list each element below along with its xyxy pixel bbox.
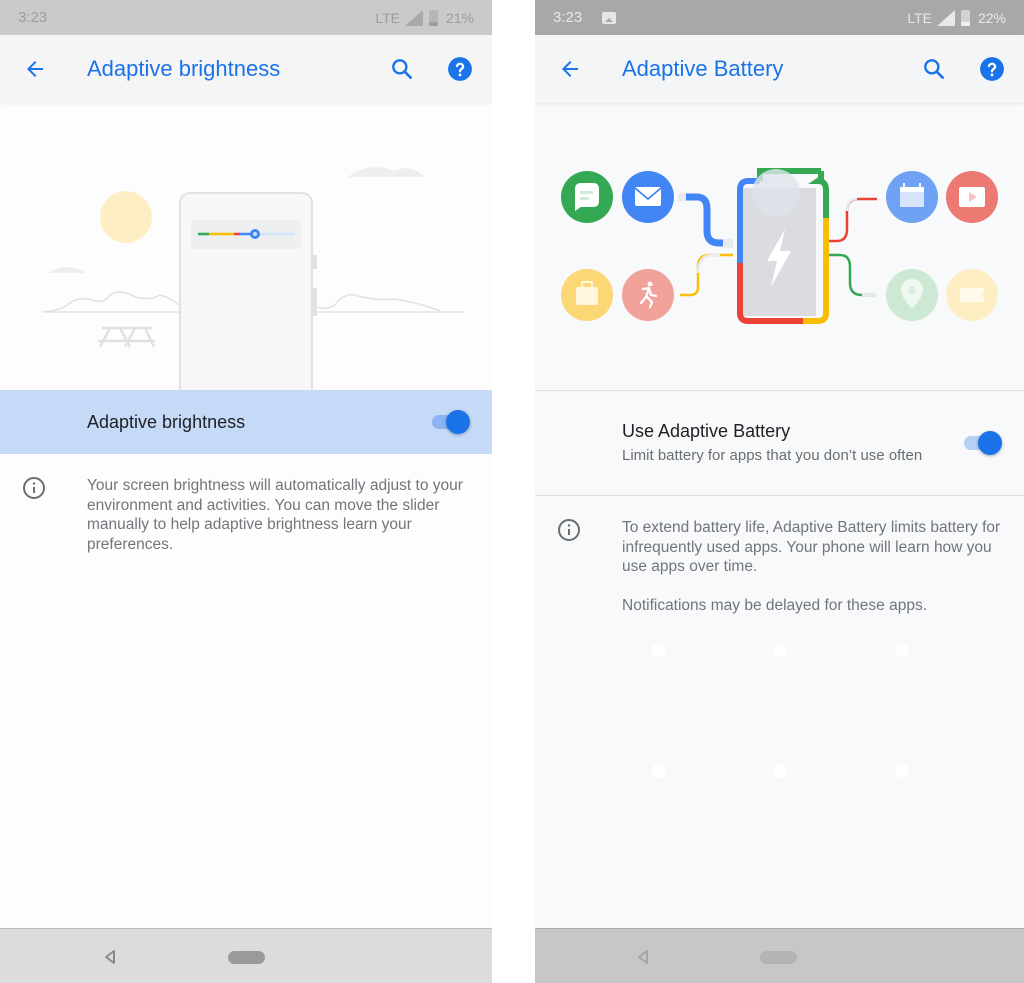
brightness-scene	[41, 167, 464, 404]
battery-icon	[960, 9, 970, 26]
status-bar: 3:23 LTE 22%	[535, 0, 1024, 35]
nav-home-button[interactable]	[228, 951, 265, 964]
touch-dot	[652, 643, 666, 657]
switch-thumb	[446, 410, 470, 434]
search-icon	[392, 59, 412, 79]
battery-graphic	[737, 168, 829, 324]
touch-dot	[895, 643, 909, 657]
app-icon-video	[946, 171, 998, 223]
search-icon	[924, 59, 944, 79]
help-button[interactable]	[976, 53, 1008, 85]
network-type: LTE	[907, 9, 932, 26]
brightness-illustration	[0, 103, 492, 404]
status-indicators: LTE 21%	[375, 9, 474, 26]
row-title: Adaptive brightness	[87, 411, 246, 432]
connector-blue	[683, 193, 733, 247]
help-button[interactable]	[444, 53, 476, 85]
app-icon-fitness	[622, 269, 674, 321]
navigation-bar	[535, 928, 1024, 983]
app-icon-tickets	[946, 269, 998, 321]
cloud-shape	[48, 267, 86, 273]
image-notification-icon	[602, 11, 617, 24]
nav-back-button[interactable]	[637, 949, 649, 965]
adaptive-brightness-switch[interactable]	[430, 409, 470, 435]
touch-dot	[773, 643, 787, 657]
info-block: To extend battery life, Adaptive Battery…	[535, 518, 1024, 616]
app-icon-email	[622, 171, 674, 223]
info-text: Notifications may be delayed for these a…	[622, 597, 928, 614]
arrow-back-icon	[27, 61, 43, 77]
nav-back-button[interactable]	[104, 949, 116, 965]
status-indicators: LTE 22%	[907, 9, 1006, 26]
info-block: Your screen brightness will automaticall…	[0, 476, 492, 554]
signal-icon	[936, 9, 955, 26]
back-button[interactable]	[553, 52, 587, 86]
help-icon	[980, 57, 1004, 81]
app-icon-calendar	[886, 171, 938, 223]
connector-yellow	[680, 253, 733, 297]
app-icon-maps	[886, 269, 938, 321]
page-title: Adaptive Battery	[622, 56, 784, 81]
app-bar: Adaptive brightness	[0, 35, 492, 103]
search-button[interactable]	[918, 53, 950, 85]
adaptive-battery-screen: 3:23 LTE 22% Adaptive Battery Use Adapti…	[535, 0, 1024, 983]
connector-red	[828, 197, 877, 243]
status-time: 3:23	[18, 9, 48, 26]
app-icon-briefcase	[561, 269, 613, 321]
arrow-back-icon	[562, 61, 578, 77]
adaptive-battery-switch[interactable]	[962, 430, 1002, 456]
cloud-shape	[348, 167, 425, 177]
adaptive-brightness-screen: 3:23 LTE 21% Adaptive brightness Adaptiv…	[0, 0, 492, 983]
switch-thumb	[978, 431, 1002, 455]
touch-dot	[652, 764, 666, 778]
page-title: Adaptive brightness	[87, 56, 281, 81]
battery-scene	[561, 168, 998, 324]
battery-illustration	[535, 103, 1024, 390]
use-adaptive-battery-row[interactable]: Use Adaptive Battery Limit battery for a…	[535, 390, 1024, 496]
network-type: LTE	[375, 9, 400, 26]
battery-percent: 21%	[445, 9, 474, 26]
sun-shape	[100, 191, 152, 243]
navigation-bar	[0, 928, 492, 983]
info-text: To extend battery life, Adaptive Battery…	[622, 519, 1001, 575]
help-icon	[448, 57, 472, 81]
status-bar: 3:23 LTE 21%	[0, 0, 492, 35]
status-time: 3:23	[553, 9, 583, 26]
info-icon	[558, 519, 580, 541]
touch-dot	[895, 764, 909, 778]
search-button[interactable]	[386, 53, 418, 85]
picnic-table	[98, 326, 156, 348]
info-icon	[23, 477, 45, 499]
battery-percent: 22%	[977, 9, 1006, 26]
app-bar: Adaptive Battery	[535, 35, 1024, 103]
info-text: Your screen brightness will automaticall…	[87, 477, 463, 553]
row-subtitle: Limit battery for apps that you don’t us…	[622, 446, 923, 464]
signal-icon	[404, 9, 423, 26]
battery-icon	[428, 9, 438, 26]
touch-dot	[773, 764, 787, 778]
adaptive-brightness-row[interactable]: Adaptive brightness	[0, 390, 492, 454]
back-button[interactable]	[18, 52, 52, 86]
nav-home-button[interactable]	[760, 951, 797, 964]
row-title: Use Adaptive Battery	[622, 420, 791, 441]
connector-green	[828, 253, 875, 297]
hills-line	[41, 291, 183, 313]
app-icon-messages	[561, 171, 613, 223]
hills-line	[314, 293, 441, 312]
